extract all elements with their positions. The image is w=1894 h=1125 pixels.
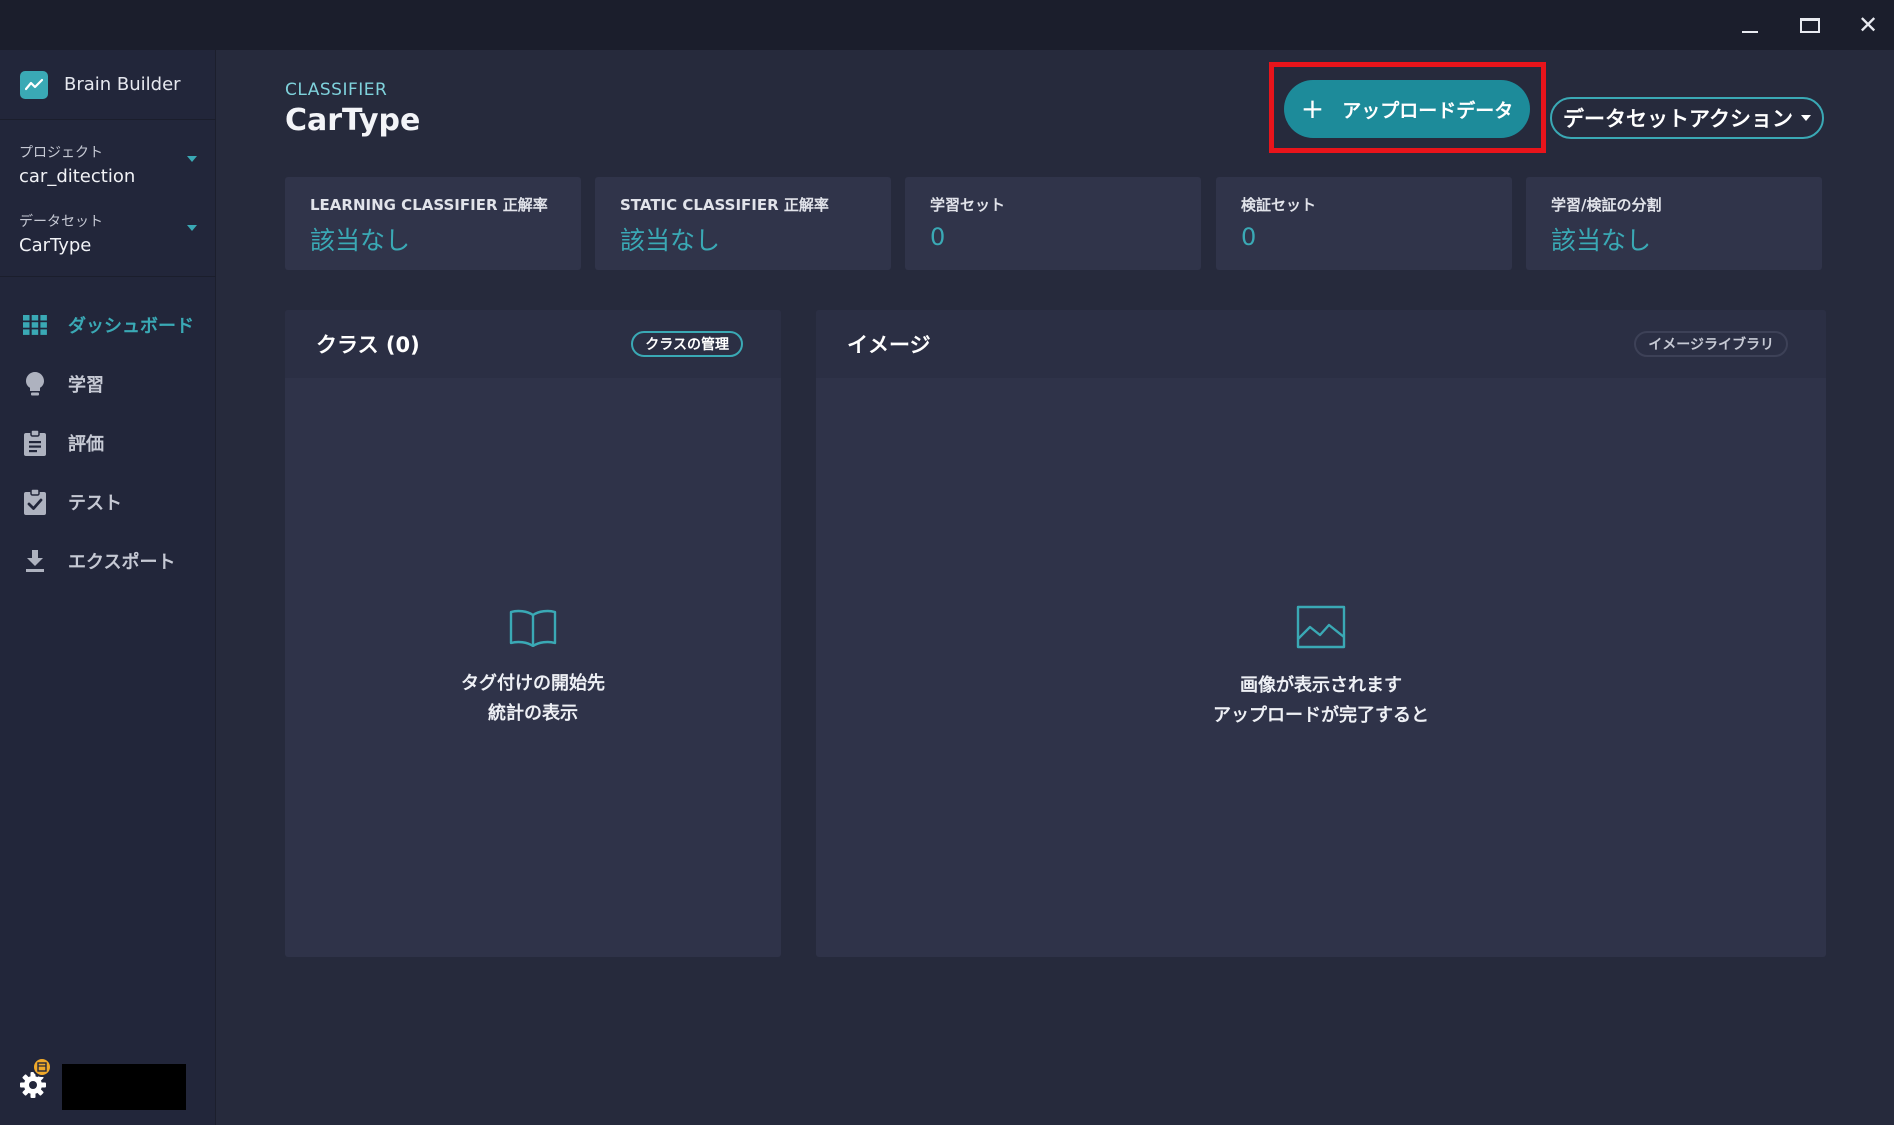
clipboard-icon <box>22 429 48 456</box>
stat-value: 0 <box>930 223 946 251</box>
stat-learning-accuracy: LEARNING CLASSIFIER 正解率 該当なし <box>285 177 581 270</box>
stat-label: LEARNING CLASSIFIER 正解率 <box>310 196 548 214</box>
upload-data-label: アップロードデータ <box>1342 99 1514 122</box>
classes-panel-title: クラス (0) <box>316 333 420 357</box>
sidebar-item-evaluation[interactable]: 評価 <box>0 413 216 472</box>
images-empty-state: 画像が表示されます アップロードが完了すると <box>816 378 1826 957</box>
stat-label: 学習/検証の分割 <box>1551 196 1662 214</box>
upload-data-button[interactable]: + アップロードデータ <box>1284 80 1530 138</box>
stat-label: STATIC CLASSIFIER 正解率 <box>620 196 829 214</box>
empty-message-line: 画像が表示されます <box>1240 674 1402 696</box>
plus-icon: + <box>1300 92 1325 125</box>
sidebar-item-label: ダッシュボード <box>68 315 194 337</box>
download-icon <box>22 548 48 574</box>
images-panel: イメージ イメージライブラリ 画像が表示されます アップロードが完了すると <box>816 310 1826 957</box>
sidebar-item-dashboard[interactable]: ダッシュボード <box>0 295 216 354</box>
empty-message-line: アップロードが完了すると <box>1213 704 1429 726</box>
brand-logo-icon <box>20 70 48 99</box>
sidebar-item-label: テスト <box>68 492 122 514</box>
page-title: CarType <box>285 103 421 138</box>
title-bar: ✕ <box>0 0 1894 50</box>
dataset-action-button[interactable]: データセットアクション <box>1550 97 1824 139</box>
close-icon[interactable]: ✕ <box>1846 8 1890 42</box>
stat-static-accuracy: STATIC CLASSIFIER 正解率 該当なし <box>595 177 891 270</box>
manage-classes-button[interactable]: クラスの管理 <box>631 331 743 357</box>
stat-value: 0 <box>1241 223 1257 251</box>
project-selector[interactable]: プロジェクト car_ditection <box>19 142 199 194</box>
stat-training-set: 学習セット 0 <box>905 177 1201 270</box>
notification-badge-icon <box>32 1057 52 1077</box>
stat-label: 学習セット <box>930 196 1006 214</box>
sidebar: Brain Builder プロジェクト car_ditection データセッ… <box>0 50 216 1125</box>
stat-value: 該当なし <box>1551 226 1652 255</box>
project-value: car_ditection <box>19 166 136 187</box>
dataset-value: CarType <box>19 235 92 256</box>
images-panel-header: イメージ イメージライブラリ <box>816 310 1826 378</box>
chevron-down-icon <box>1800 115 1811 121</box>
classes-panel: クラス (0) クラスの管理 タグ付けの開始先 統計の表示 <box>285 310 781 957</box>
chevron-down-icon <box>187 156 197 162</box>
book-icon <box>509 607 557 651</box>
sidebar-item-test[interactable]: テスト <box>0 472 216 531</box>
sidebar-item-label: 評価 <box>68 433 104 455</box>
user-name-redacted <box>62 1064 186 1110</box>
stat-value: 該当なし <box>310 226 411 255</box>
image-library-button[interactable]: イメージライブラリ <box>1634 331 1788 357</box>
sidebar-item-label: 学習 <box>68 374 104 396</box>
empty-message-line: 統計の表示 <box>488 702 578 724</box>
classes-empty-state: タグ付けの開始先 統計の表示 <box>285 378 781 957</box>
sidebar-nav: ダッシュボード 学習 評価 テスト エクスポート <box>0 295 216 590</box>
empty-message-line: タグ付けの開始先 <box>461 672 605 694</box>
stat-label: 検証セット <box>1241 196 1317 214</box>
classes-panel-header: クラス (0) クラスの管理 <box>285 310 781 378</box>
breadcrumb: CLASSIFIER <box>285 80 388 100</box>
maximize-icon[interactable] <box>1788 8 1832 42</box>
sidebar-item-label: エクスポート <box>68 551 176 573</box>
settings-button[interactable] <box>18 1057 58 1100</box>
minimize-icon[interactable] <box>1728 8 1772 42</box>
divider <box>0 276 216 277</box>
clipboard-check-icon <box>22 488 48 515</box>
brand[interactable]: Brain Builder <box>0 50 216 120</box>
brand-name: Brain Builder <box>64 74 181 95</box>
stat-validation-set: 検証セット 0 <box>1216 177 1512 270</box>
stat-value: 該当なし <box>620 226 721 255</box>
dataset-action-label: データセットアクション <box>1563 107 1793 131</box>
stat-train-validation-split: 学習/検証の分割 該当なし <box>1526 177 1822 270</box>
image-icon <box>1296 605 1346 653</box>
sidebar-item-export[interactable]: エクスポート <box>0 531 216 590</box>
lightbulb-icon <box>22 371 48 397</box>
sidebar-item-training[interactable]: 学習 <box>0 354 216 413</box>
grid-icon <box>22 312 48 338</box>
images-panel-title: イメージ <box>847 333 931 357</box>
dataset-label: データセット <box>19 214 103 230</box>
dataset-selector[interactable]: データセット CarType <box>19 211 199 263</box>
project-label: プロジェクト <box>19 145 103 161</box>
chevron-down-icon <box>187 225 197 231</box>
